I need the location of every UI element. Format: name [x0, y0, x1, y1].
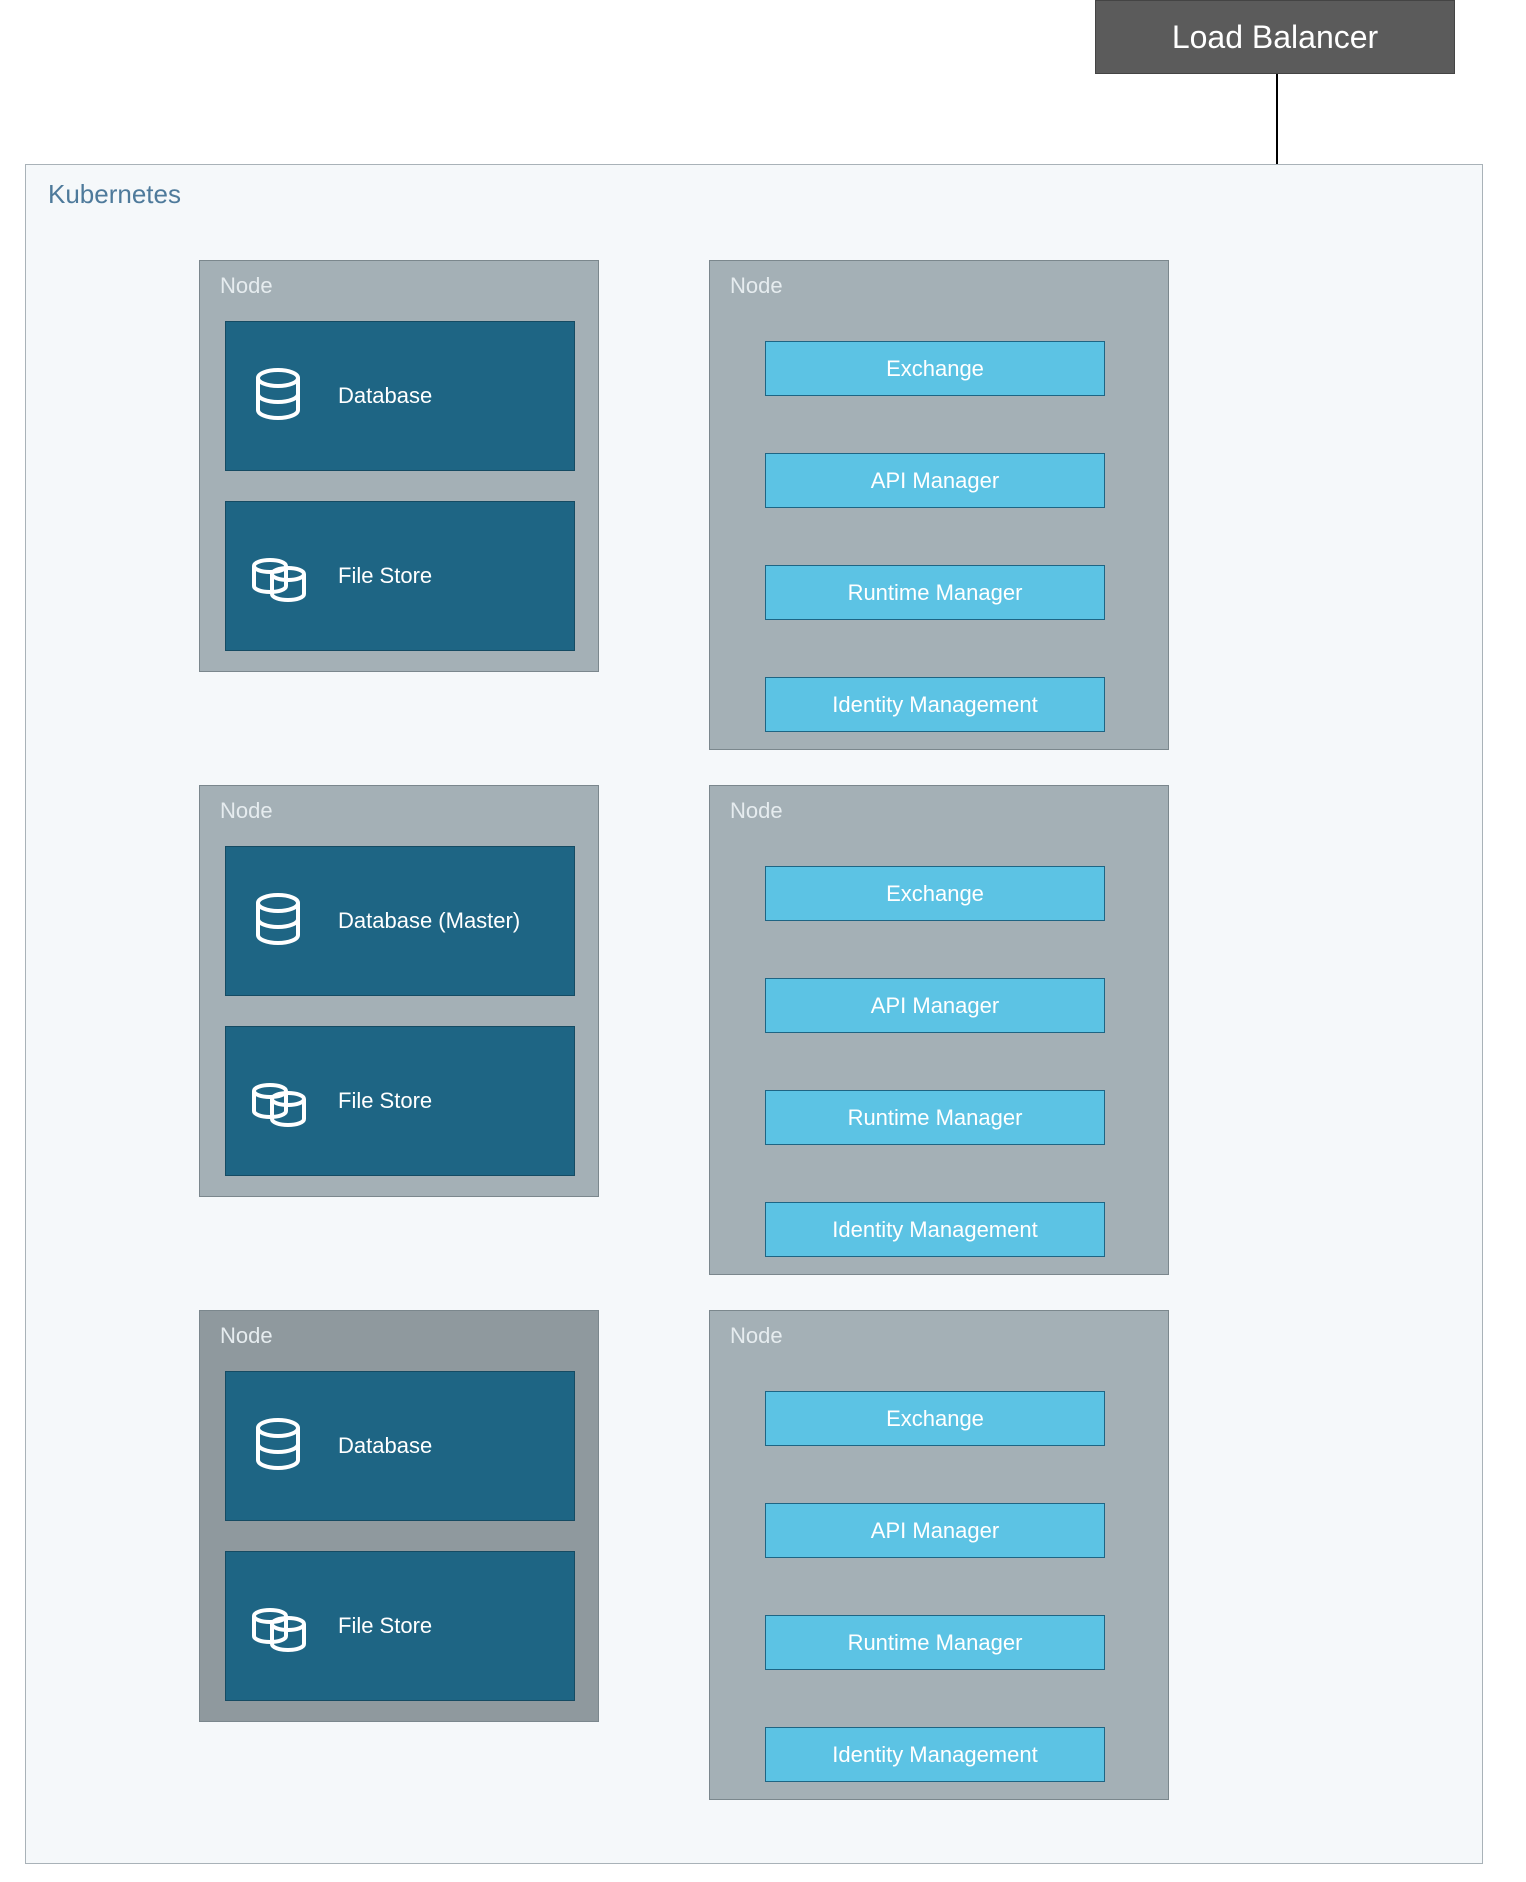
node-label: Node [220, 798, 273, 824]
service-runtime-manager: Runtime Manager [765, 565, 1105, 620]
load-balancer-label: Load Balancer [1172, 19, 1378, 56]
service-runtime-manager: Runtime Manager [765, 1090, 1105, 1145]
node-box-left-3: Node Database [199, 1310, 599, 1722]
filestore-icon [248, 1596, 308, 1656]
node-label: Node [730, 1323, 783, 1349]
filestore-box: File Store [225, 501, 575, 651]
service-runtime-manager: Runtime Manager [765, 1615, 1105, 1670]
service-exchange: Exchange [765, 1391, 1105, 1446]
filestore-box: File Store [225, 1551, 575, 1701]
filestore-icon [248, 1071, 308, 1131]
database-label: Database [338, 383, 432, 409]
database-box: Database [225, 321, 575, 471]
database-box: Database [225, 1371, 575, 1521]
kubernetes-cluster: Kubernetes Node Database [25, 164, 1483, 1864]
node-box-right-2: Node Exchange API Manager Runtime Manage… [709, 785, 1169, 1275]
database-master-box: Database (Master) [225, 846, 575, 996]
node-box-right-3: Node Exchange API Manager Runtime Manage… [709, 1310, 1169, 1800]
database-master-label: Database (Master) [338, 908, 520, 934]
service-identity-management: Identity Management [765, 1202, 1105, 1257]
service-api-manager: API Manager [765, 1503, 1105, 1558]
filestore-box: File Store [225, 1026, 575, 1176]
database-icon [248, 891, 308, 951]
database-icon [248, 1416, 308, 1476]
filestore-icon [248, 546, 308, 606]
service-api-manager: API Manager [765, 453, 1105, 508]
filestore-label: File Store [338, 1088, 432, 1114]
service-exchange: Exchange [765, 341, 1105, 396]
node-label: Node [220, 273, 273, 299]
kubernetes-label: Kubernetes [48, 179, 181, 210]
service-api-manager: API Manager [765, 978, 1105, 1033]
node-label: Node [730, 273, 783, 299]
service-identity-management: Identity Management [765, 677, 1105, 732]
node-label: Node [730, 798, 783, 824]
node-label: Node [220, 1323, 273, 1349]
database-icon [248, 366, 308, 426]
database-label: Database [338, 1433, 432, 1459]
filestore-label: File Store [338, 1613, 432, 1639]
load-balancer-box: Load Balancer [1095, 0, 1455, 74]
node-box-right-1: Node Exchange API Manager Runtime Manage… [709, 260, 1169, 750]
service-identity-management: Identity Management [765, 1727, 1105, 1782]
node-box-left-1: Node Database [199, 260, 599, 672]
service-exchange: Exchange [765, 866, 1105, 921]
filestore-label: File Store [338, 563, 432, 589]
node-box-left-2: Node Database (Master) [199, 785, 599, 1197]
